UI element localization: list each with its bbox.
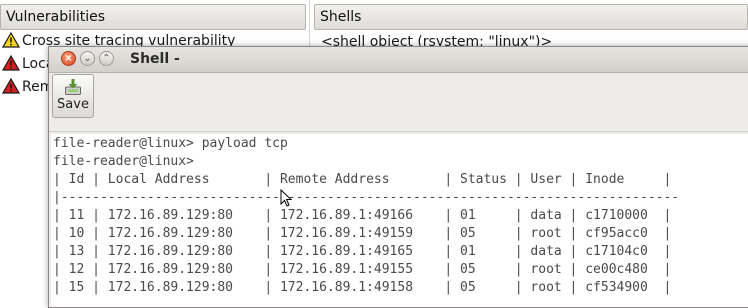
maximize-button[interactable]: ⌃	[99, 51, 114, 66]
chevron-down-icon: ⌄	[83, 53, 92, 64]
warning-red-icon	[2, 78, 20, 94]
window-title: Shell -	[130, 51, 180, 67]
vulnerability-item[interactable]: Loca	[2, 53, 54, 75]
close-icon: ×	[64, 53, 73, 64]
warning-red-icon	[2, 55, 20, 71]
close-button[interactable]: ×	[61, 51, 76, 66]
terminal-output[interactable]: file-reader@linux> payload tcp file-read…	[51, 134, 748, 307]
table-row: | 10 | 172.16.89.129:80 | 172.16.89.1:49…	[53, 226, 672, 241]
terminal-line: file-reader@linux> payload tcp	[53, 136, 288, 151]
minimize-button[interactable]: ⌄	[80, 51, 95, 66]
mouse-cursor-icon	[280, 189, 292, 207]
vulnerability-item[interactable]: Rem	[2, 76, 53, 98]
shell-window: × ⌄ ⌃ Shell - Save file-reader@linux> pa…	[48, 46, 748, 308]
table-separator: |---------------------------------------…	[53, 190, 680, 205]
terminal-line: file-reader@linux>	[53, 154, 194, 169]
save-download-icon	[65, 79, 81, 95]
vulnerabilities-header[interactable]: Vulnerabilities	[0, 4, 306, 30]
shells-header[interactable]: Shells	[314, 4, 748, 30]
toolbar: Save	[49, 73, 748, 132]
chevron-up-icon: ⌃	[102, 53, 111, 64]
table-row: | 12 | 172.16.89.129:80 | 172.16.89.1:49…	[53, 262, 672, 277]
table-row: | 13 | 172.16.89.129:80 | 172.16.89.1:49…	[53, 244, 672, 259]
table-header-row: | Id | Local Address | Remote Address | …	[53, 172, 672, 187]
save-button[interactable]: Save	[52, 74, 94, 118]
save-label: Save	[57, 97, 89, 112]
table-row: | 15 | 172.16.89.129:80 | 172.16.89.1:49…	[53, 280, 672, 295]
warning-yellow-icon	[2, 32, 20, 48]
table-row: | 11 | 172.16.89.129:80 | 172.16.89.1:49…	[53, 208, 672, 223]
window-titlebar[interactable]: × ⌄ ⌃ Shell -	[49, 47, 748, 73]
